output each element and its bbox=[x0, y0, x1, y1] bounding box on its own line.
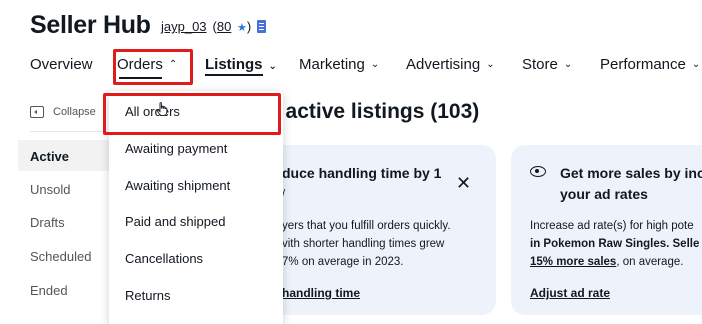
menu-item-paid-and-shipped[interactable]: Paid and shipped bbox=[125, 214, 225, 229]
eye-icon bbox=[530, 166, 546, 177]
page-title: Seller Hub bbox=[30, 11, 151, 39]
close-icon[interactable]: ✕ bbox=[456, 173, 471, 194]
chevron-down-icon: ⌄ bbox=[563, 59, 573, 70]
adjust-ad-rate-link[interactable]: Adjust ad rate bbox=[530, 286, 610, 300]
menu-item-awaiting-shipment[interactable]: Awaiting shipment bbox=[125, 178, 230, 193]
card-title-line2: your ad rates bbox=[560, 186, 648, 202]
card-body-line: 15% more sales, on average. bbox=[530, 256, 684, 268]
card-body-line: Increase ad rate(s) for high pote bbox=[530, 220, 694, 232]
nav-advertising[interactable]: Advertising ⌄ bbox=[406, 56, 495, 73]
listings-heading: e active listings (103) bbox=[268, 100, 480, 123]
collapse-button[interactable]: Collapse bbox=[30, 106, 96, 118]
chevron-up-icon: ⌃ bbox=[168, 59, 178, 70]
menu-item-all-orders[interactable]: All orders bbox=[125, 104, 180, 119]
nav-store[interactable]: Store ⌄ bbox=[522, 56, 572, 73]
orders-dropdown-menu: All orders Awaiting payment Awaiting shi… bbox=[109, 91, 283, 324]
nav-orders[interactable]: Orders ⌃ bbox=[117, 56, 177, 73]
card-body-line: yers that you fulfill orders quickly. bbox=[282, 220, 451, 232]
sidebar-divider bbox=[30, 131, 108, 132]
menu-item-cancellations[interactable]: Cancellations bbox=[125, 251, 203, 266]
nav-overview[interactable]: Overview bbox=[30, 56, 93, 73]
sidebar-item-scheduled[interactable]: Scheduled bbox=[30, 249, 91, 264]
username-link[interactable]: jayp_03 bbox=[161, 19, 207, 34]
card-title: Get more sales by inc bbox=[560, 165, 702, 181]
sidebar-item-active[interactable]: Active bbox=[30, 149, 69, 164]
star-icon: ★ bbox=[236, 22, 247, 34]
chevron-down-icon: ⌄ bbox=[486, 59, 495, 70]
menu-item-awaiting-payment[interactable]: Awaiting payment bbox=[125, 141, 227, 156]
feedback-score-number[interactable]: 80 bbox=[217, 19, 231, 34]
nav-performance[interactable]: Performance ⌄ bbox=[600, 56, 700, 73]
card-body-line: vith shorter handling times grew bbox=[282, 238, 445, 250]
chevron-down-icon: ⌄ bbox=[691, 59, 701, 70]
sidebar-item-ended[interactable]: Ended bbox=[30, 283, 68, 298]
sidebar-item-drafts[interactable]: Drafts bbox=[30, 215, 65, 230]
nav-listings[interactable]: Listings ⌄ bbox=[205, 56, 277, 76]
feedback-score[interactable]: (80 ★) bbox=[213, 19, 252, 34]
handling-time-link[interactable]: handling time bbox=[282, 286, 360, 300]
card-body-line: 7% on average in 2023. bbox=[282, 256, 404, 268]
collapse-icon bbox=[30, 106, 44, 118]
nav-marketing[interactable]: Marketing ⌄ bbox=[299, 56, 379, 73]
hand-cursor-icon bbox=[156, 102, 168, 116]
chevron-down-icon: ⌄ bbox=[370, 59, 380, 70]
card-title: duce handling time by 1 bbox=[282, 165, 442, 181]
orders-active-underline bbox=[119, 77, 162, 79]
chevron-down-icon: ⌄ bbox=[268, 60, 277, 72]
sidebar-item-unsold[interactable]: Unsold bbox=[30, 182, 70, 197]
seller-info: jayp_03 (80 ★) bbox=[161, 19, 267, 34]
store-badge-icon bbox=[257, 20, 267, 33]
menu-item-returns[interactable]: Returns bbox=[125, 288, 171, 303]
more-sales-link[interactable]: 15% more sales bbox=[530, 256, 616, 268]
ad-rates-card: Get more sales by inc your ad rates Incr… bbox=[511, 145, 702, 315]
card-body-line: in Pokemon Raw Singles. Selle bbox=[530, 238, 700, 250]
